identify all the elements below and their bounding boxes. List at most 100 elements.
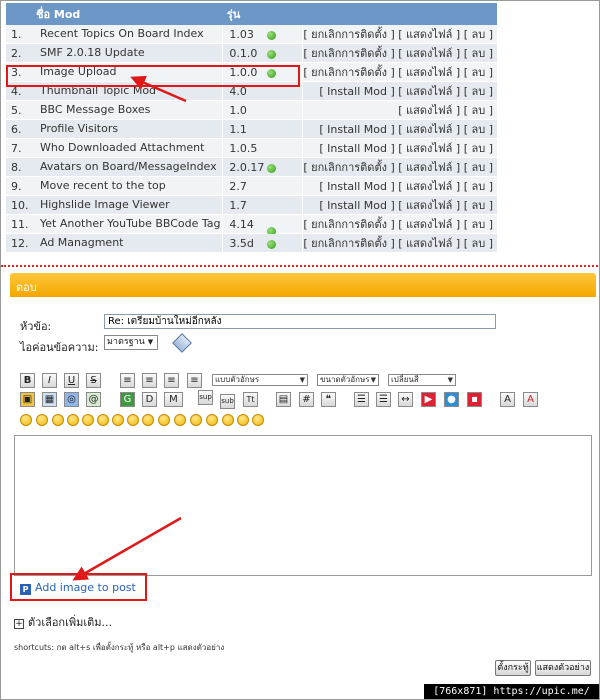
message-textarea[interactable] (14, 435, 592, 576)
font-face-select[interactable]: แบบตัวอักษร (212, 374, 308, 386)
underline-button[interactable]: U (64, 373, 79, 388)
mod-actions[interactable]: [ ยกเลิกการติดตั้ง ] [ แสดงไฟล์ ] [ ลบ ] (302, 25, 497, 44)
email-icon[interactable]: @ (86, 392, 101, 407)
mod-actions[interactable]: [ ยกเลิกการติดตั้ง ] [ แสดงไฟล์ ] [ ลบ ] (302, 43, 497, 63)
marquee-icon[interactable]: M (164, 392, 183, 407)
italic-button[interactable]: I (42, 373, 57, 388)
watermark: [766x871] https://upic.me/ (424, 684, 599, 699)
smiley-icon[interactable] (67, 414, 79, 426)
subject-input[interactable]: Re: เตรียมบ้านใหม่อีกหลัง (104, 314, 496, 329)
horizontal-rule-icon[interactable]: ↔ (398, 392, 413, 407)
mod-version-cell: 1.7 (222, 195, 304, 215)
image-upload-icon: P (20, 584, 31, 595)
row-number: 10. (6, 195, 36, 215)
smiley-icon[interactable] (97, 414, 109, 426)
font-format-icon[interactable]: A (500, 392, 515, 407)
align-right-icon[interactable]: ≡ (164, 373, 179, 388)
smiley-icon[interactable] (112, 414, 124, 426)
subscript-button[interactable]: sub (220, 394, 235, 409)
media-icon[interactable]: ▪ (467, 392, 482, 407)
mod-table: ชื่อ Mod รุ่น 1. Recent Topics On Board I… (6, 3, 497, 253)
col-header-name: ชื่อ Mod (6, 3, 223, 25)
mod-name: BBC Message Boxes (35, 100, 224, 120)
smiley-icon[interactable] (20, 414, 32, 426)
image-icon[interactable]: ▦ (42, 392, 57, 407)
table-row: 2. SMF 2.0.18 Update 0.1.0 [ ยกเลิกการติดตั… (6, 43, 497, 63)
mod-actions[interactable]: [ Install Mod ] [ แสดงไฟล์ ] [ ลบ ] (302, 176, 497, 196)
mod-name: Highslide Image Viewer (35, 195, 224, 215)
message-icon-label: ไอค่อนข้อความ: (20, 341, 99, 354)
remove-format-icon[interactable]: A (523, 392, 538, 407)
mod-actions[interactable]: [ Install Mod ] [ แสดงไฟล์ ] [ ลบ ] (302, 81, 497, 101)
table-row: 7. Who Downloaded Attachment 1.0.5 [ Instal… (6, 138, 497, 158)
table-icon[interactable]: ▤ (276, 392, 291, 407)
mod-actions[interactable]: [ ยกเลิกการติดตั้ง ] [ แสดงไฟล์ ] [ ลบ ] (302, 233, 497, 253)
smiley-icon[interactable] (222, 414, 234, 426)
mod-version: 4.14 (229, 217, 254, 231)
mod-actions[interactable]: [ ยกเลิกการติดตั้ง ] [ แสดงไฟล์ ] [ ลบ ] (302, 62, 497, 82)
chevron-down-icon: ▼ (147, 338, 154, 346)
message-icon-select-value: มาตรฐาน (107, 337, 145, 347)
add-image-link[interactable]: P Add image to post (20, 581, 136, 595)
mod-actions[interactable]: [ Install Mod ] [ แสดงไฟล์ ] [ ลบ ] (302, 195, 497, 215)
mod-version: 1.1 (229, 122, 247, 136)
align-left-icon[interactable]: ≡ (120, 373, 135, 388)
mod-actions[interactable]: [ แสดงไฟล์ ] [ ลบ ] (302, 100, 497, 120)
smiley-icon[interactable] (158, 414, 170, 426)
smiley-icon[interactable] (174, 414, 186, 426)
font-size-select[interactable]: ขนาดตัวอักษร (317, 374, 379, 386)
installed-status-icon (267, 50, 277, 59)
quote-icon[interactable]: ❝ (321, 392, 336, 407)
table-row: 11. Yet Another YouTube BBCode Tag 4.14 [ ย… (6, 214, 497, 236)
mod-version-cell: 1.0 (222, 100, 304, 120)
mod-version: 1.7 (229, 198, 247, 212)
code-icon[interactable]: # (299, 392, 314, 407)
bullet-list-icon[interactable]: ☰ (354, 392, 369, 407)
mod-actions[interactable]: [ Install Mod ] [ แสดงไฟล์ ] [ ลบ ] (302, 138, 497, 158)
screenshot-frame: ชื่อ Mod รุ่น 1. Recent Topics On Board I… (0, 0, 600, 700)
link-icon[interactable]: ◎ (64, 392, 79, 407)
smiley-icon[interactable] (237, 414, 249, 426)
mod-actions[interactable]: [ ยกเลิกการติดตั้ง ] [ แสดงไฟล์ ] [ ลบ ] (302, 157, 497, 177)
smiley-icon[interactable] (252, 414, 264, 426)
mod-actions[interactable]: [ Install Mod ] [ แสดงไฟล์ ] [ ลบ ] (302, 119, 497, 139)
justify-icon[interactable]: ≡ (187, 373, 202, 388)
tt-button[interactable]: Tt (243, 392, 258, 407)
table-row: 6. Profile Visitors 1.1 [ Install Mod ] [ แ… (6, 119, 497, 139)
mod-actions[interactable]: [ ยกเลิกการติดตั้ง ] [ แสดงไฟล์ ] [ ลบ ] (302, 214, 497, 234)
youtube-icon[interactable]: ▶ (421, 392, 436, 407)
mod-version: 2.7 (229, 179, 247, 193)
mod-version: 3.5d (229, 236, 254, 250)
message-icon-select[interactable]: มาตรฐาน ▼ (104, 335, 158, 350)
table-row: 9. Move recent to the top 2.7 [ Install Mod… (6, 176, 497, 196)
add-image-label: Add image to post (35, 581, 136, 594)
video-icon[interactable]: ● (444, 392, 459, 407)
smiley-icon[interactable] (127, 414, 139, 426)
smiley-icon[interactable] (190, 414, 202, 426)
preview-button[interactable]: แสดงตัวอย่าง (535, 660, 591, 676)
reply-header: ตอบ (10, 273, 596, 297)
smiley-icon[interactable] (36, 414, 48, 426)
smiley-icon[interactable] (206, 414, 218, 426)
row-number: 6. (6, 119, 36, 139)
strike-button[interactable]: S (86, 373, 101, 388)
smiley-icon[interactable] (142, 414, 154, 426)
table-row: 8. Avatars on Board/MessageIndex 2.0.17 [ ย… (6, 157, 497, 177)
col-header-version: รุ่น (222, 3, 303, 25)
superscript-button[interactable]: sup (198, 390, 213, 405)
smiley-icon[interactable] (82, 414, 94, 426)
mod-name: Who Downloaded Attachment (35, 138, 224, 158)
ftp-icon[interactable]: G (120, 392, 135, 407)
mod-name: Move recent to the top (35, 176, 224, 196)
teletype-icon[interactable]: D (142, 392, 157, 407)
align-center-icon[interactable]: ≡ (142, 373, 157, 388)
more-options-toggle[interactable]: + ตัวเลือกเพิ่มเติม... (14, 613, 112, 631)
numbered-list-icon[interactable]: ☰ (376, 392, 391, 407)
mod-table-body: 1. Recent Topics On Board Index 1.03 [ ยกเล… (6, 25, 497, 253)
bold-button[interactable]: B (20, 373, 35, 388)
smiley-icon[interactable] (52, 414, 64, 426)
post-button[interactable]: ตั้งกระทู้ (495, 660, 531, 676)
mod-name: Avatars on Board/MessageIndex (35, 157, 224, 177)
flash-icon[interactable]: ▣ (20, 392, 35, 407)
font-color-select[interactable]: เปลี่ยนสี (388, 374, 456, 386)
